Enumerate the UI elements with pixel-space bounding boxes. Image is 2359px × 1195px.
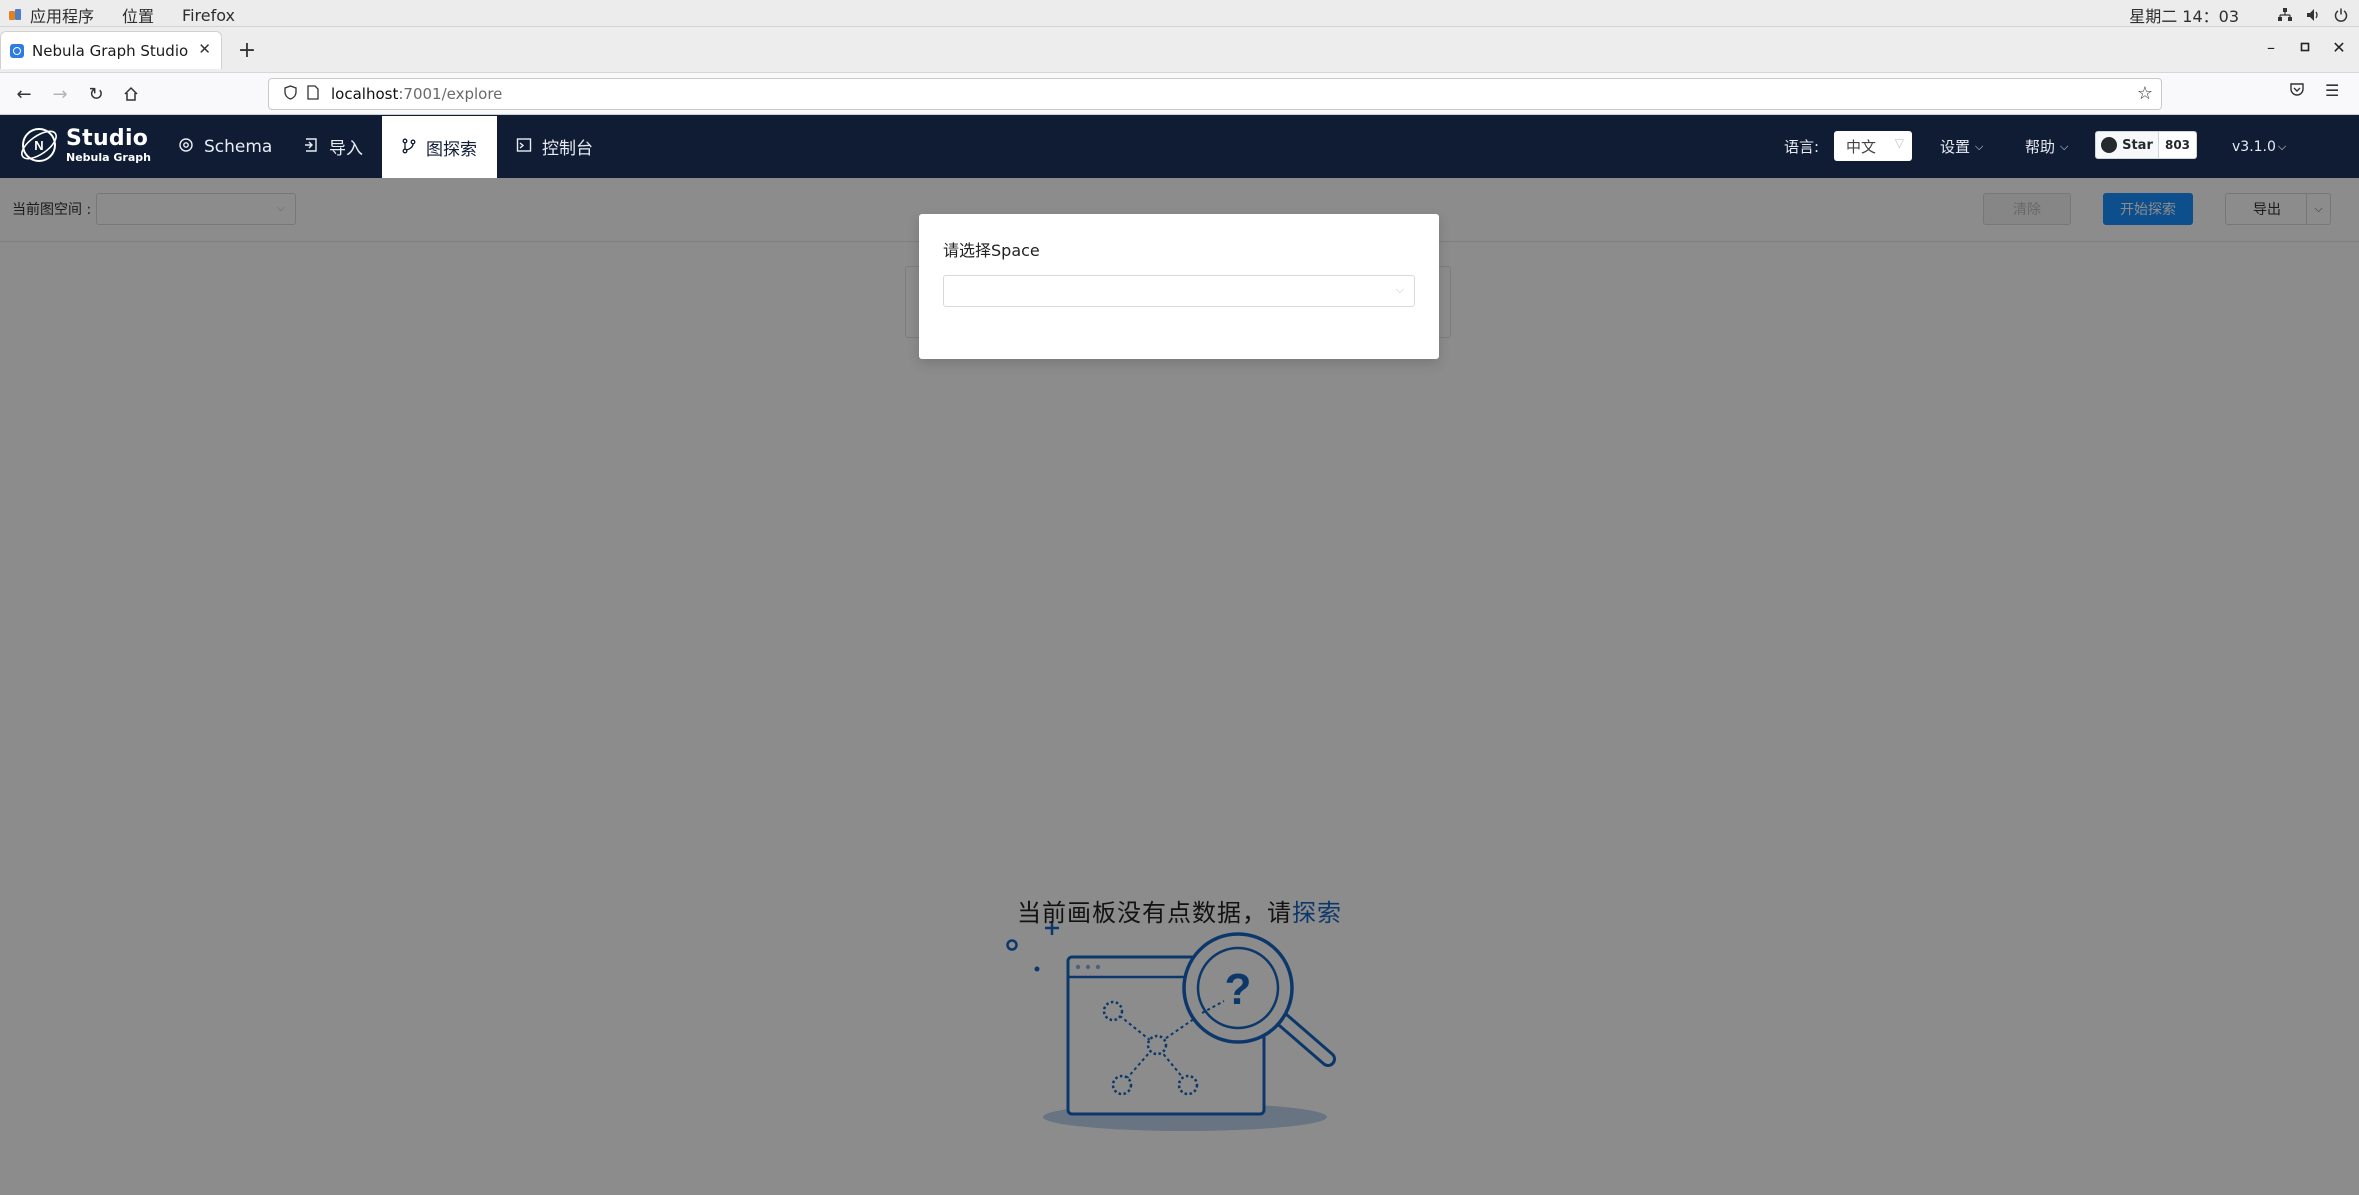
explore-icon: [402, 138, 416, 158]
space-select[interactable]: ⌵: [943, 275, 1415, 307]
close-window-icon[interactable]: ✕: [2327, 35, 2351, 59]
network-icon[interactable]: [2277, 7, 2293, 23]
page-info-icon[interactable]: [303, 84, 323, 104]
browser-tab[interactable]: Nebula Graph Studio ✕: [0, 31, 222, 69]
settings-menu[interactable]: 设置 ⌵: [1940, 115, 1983, 178]
language-select[interactable]: 中文 ▽: [1834, 131, 1912, 161]
help-label: 帮助: [2025, 138, 2056, 156]
github-star-widget[interactable]: Star 803: [2095, 131, 2197, 159]
chevron-down-icon: ⌵: [2277, 139, 2287, 153]
select-space-modal: 请选择Space ⌵: [919, 214, 1439, 359]
chevron-down-icon: ⌵: [1975, 139, 1984, 153]
browser-nav-bar: ← → ↻ localhost:7001/explore ☆ ☰: [0, 73, 2359, 115]
chevron-down-icon: ⌵: [1395, 283, 1404, 296]
back-icon[interactable]: ←: [10, 80, 38, 108]
firefox-menu[interactable]: Firefox: [182, 6, 235, 25]
clock[interactable]: 星期二 14：03: [2129, 3, 2239, 27]
help-menu[interactable]: 帮助 ⌵: [2025, 115, 2068, 178]
address-bar[interactable]: localhost:7001/explore ☆: [268, 78, 2162, 110]
nav-import[interactable]: 导入: [303, 115, 363, 178]
nav-explore-label: 图探索: [426, 140, 477, 160]
browser-tab-strip: Nebula Graph Studio ✕ + – ✕: [0, 27, 2359, 73]
version-menu[interactable]: v3.1.0 ⌵: [2232, 115, 2286, 178]
language-label: 语言:: [1784, 138, 1820, 156]
chevron-down-icon: ▽: [1894, 136, 1904, 150]
chevron-down-icon: ⌵: [2060, 139, 2069, 153]
hamburger-menu-icon[interactable]: ☰: [2325, 81, 2339, 100]
system-top-bar: 应用程序 位置 Firefox 星期二 14：03: [0, 0, 2359, 27]
applications-menu[interactable]: 应用程序: [30, 3, 94, 27]
nav-console[interactable]: 控制台: [516, 115, 593, 178]
nebula-logo-icon: N: [21, 128, 57, 162]
modal-title: 请选择Space: [943, 241, 1040, 260]
console-icon: [516, 137, 532, 157]
nav-console-label: 控制台: [542, 139, 593, 159]
home-icon[interactable]: [117, 80, 145, 108]
forward-icon[interactable]: →: [46, 80, 74, 108]
github-star-count[interactable]: 803: [2159, 131, 2197, 159]
language-value: 中文: [1846, 137, 1877, 156]
settings-label: 设置: [1940, 138, 1971, 156]
import-icon: [303, 137, 319, 157]
github-star-button[interactable]: Star: [2095, 131, 2159, 159]
tracking-shield-icon[interactable]: [277, 84, 303, 104]
nav-explore[interactable]: 图探索: [382, 116, 497, 179]
nebula-favicon-icon: [10, 43, 24, 58]
studio-logo[interactable]: N Studio Nebula Graph: [18, 124, 151, 166]
volume-icon[interactable]: [2305, 7, 2321, 23]
bookmark-star-icon[interactable]: ☆: [2137, 83, 2153, 104]
new-tab-button[interactable]: +: [232, 35, 262, 65]
close-tab-icon[interactable]: ✕: [198, 40, 211, 58]
nav-import-label: 导入: [329, 139, 363, 159]
reload-icon[interactable]: ↻: [82, 80, 110, 108]
github-star-label: Star: [2122, 137, 2153, 153]
maximize-window-icon[interactable]: [2293, 35, 2317, 59]
power-icon[interactable]: [2333, 7, 2349, 23]
schema-icon: [178, 137, 194, 157]
logo-subtitle: Nebula Graph: [66, 150, 151, 164]
minimize-window-icon[interactable]: –: [2259, 35, 2283, 59]
nav-schema[interactable]: Schema: [178, 115, 272, 178]
version-label: v3.1.0: [2232, 138, 2276, 155]
nav-schema-label: Schema: [204, 136, 273, 157]
url-path: :7001/explore: [398, 85, 503, 103]
applications-icon: [8, 8, 22, 22]
pocket-icon[interactable]: [2289, 81, 2305, 101]
svg-text:N: N: [34, 138, 43, 153]
places-menu[interactable]: 位置: [122, 3, 154, 27]
url-host: localhost: [331, 85, 399, 103]
tab-title: Nebula Graph Studio: [32, 41, 189, 60]
app-header: N Studio Nebula Graph Schema 导入 图探索 控制台 …: [0, 115, 2359, 179]
github-icon: [2101, 137, 2118, 153]
logo-title: Studio: [66, 125, 149, 151]
